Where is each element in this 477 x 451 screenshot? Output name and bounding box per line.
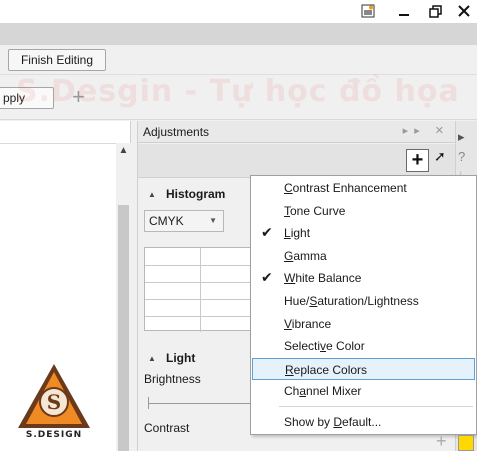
menu-item[interactable]: Channel Mixer: [252, 380, 475, 403]
docker-title: Adjustments: [143, 125, 210, 139]
chevron-down-icon: ▼: [209, 216, 217, 225]
scroll-up-icon[interactable]: ▲: [116, 143, 131, 159]
app-icon[interactable]: [356, 0, 380, 22]
divider: [0, 143, 131, 144]
editing-bar: Finish Editing: [0, 45, 477, 75]
checkmark-icon: ✔: [261, 269, 273, 286]
contrast-label: Contrast: [144, 421, 190, 435]
menu-item-label: Vibrance: [284, 316, 332, 331]
add-adjustment-button[interactable]: +: [406, 149, 429, 172]
menu-item-label: Gamma: [284, 248, 327, 263]
logo-letter: S: [47, 390, 61, 414]
collapse-triangle-icon[interactable]: ▲: [148, 354, 156, 363]
menu-item-label: Tone Curve: [284, 203, 346, 218]
restore-icon[interactable]: [423, 0, 447, 22]
channel-value: CMYK: [149, 214, 184, 228]
light-title: Light: [166, 351, 196, 365]
menu-item[interactable]: ✔ White Balance: [252, 267, 475, 290]
add-icon[interactable]: +: [436, 431, 447, 451]
histogram-graph: [144, 247, 255, 332]
brightness-label: Brightness: [144, 372, 201, 386]
menu-item-label: Replace Colors: [285, 362, 368, 377]
menu-item-label: White Balance: [284, 271, 362, 286]
menu-item-label: Contrast Enhancement: [284, 181, 407, 195]
menu-item[interactable]: Hue/Saturation/Lightness: [252, 290, 475, 313]
close-icon[interactable]: [452, 0, 476, 22]
docker-header: Adjustments ▸▸ ✕: [138, 121, 456, 143]
menu-item[interactable]: Vibrance: [252, 313, 475, 336]
help-icon[interactable]: ?: [458, 149, 465, 164]
logo-text: S.DESIGN: [26, 430, 82, 440]
channel-select[interactable]: CMYK ▼: [144, 210, 224, 232]
collapse-triangle-icon[interactable]: ▲: [148, 190, 156, 199]
menu-item-label: Show by Default...: [284, 415, 382, 429]
menu-item[interactable]: ✔ Light: [252, 222, 475, 245]
minimize-icon[interactable]: [392, 0, 416, 22]
watermark-text: S.Desgin - Tự học đồ họa: [16, 74, 460, 109]
menu-item[interactable]: Selective Color: [252, 335, 475, 358]
scroll-thumb[interactable]: [118, 205, 129, 451]
menu-item[interactable]: Gamma: [252, 245, 475, 268]
menu-item[interactable]: Replace Colors: [252, 357, 475, 381]
menu-item[interactable]: Tone Curve: [252, 200, 475, 223]
sdesign-logo: S S.DESIGN: [16, 362, 92, 440]
histogram-title: Histogram: [166, 187, 226, 201]
docker-toolbar: +: [138, 144, 456, 178]
menu-item-label: Hue/Saturation/Lightness: [284, 294, 419, 308]
pointer-icon[interactable]: ➚: [434, 148, 446, 165]
menu-item[interactable]: Contrast Enhancement: [252, 177, 475, 200]
menu-item-label: Channel Mixer: [284, 384, 362, 399]
menu-item-label: Light: [284, 226, 311, 241]
title-bar: [0, 0, 477, 23]
menu-item-label: Selective Color: [284, 339, 365, 354]
expand-arrow-icon[interactable]: ▸: [458, 129, 465, 145]
add-adjustment-menu: Contrast Enhancement Tone Curve ✔ Light Gamm…: [250, 175, 477, 435]
checkmark-icon: ✔: [261, 224, 273, 241]
menu-strip: [0, 23, 477, 45]
finish-editing-button[interactable]: Finish Editing: [8, 49, 106, 71]
brightness-slider[interactable]: [148, 403, 258, 404]
menu-separator: [279, 406, 473, 407]
color-swatch[interactable]: [458, 435, 474, 451]
docker-collapse-close-icons[interactable]: ▸▸ ✕: [403, 124, 450, 137]
